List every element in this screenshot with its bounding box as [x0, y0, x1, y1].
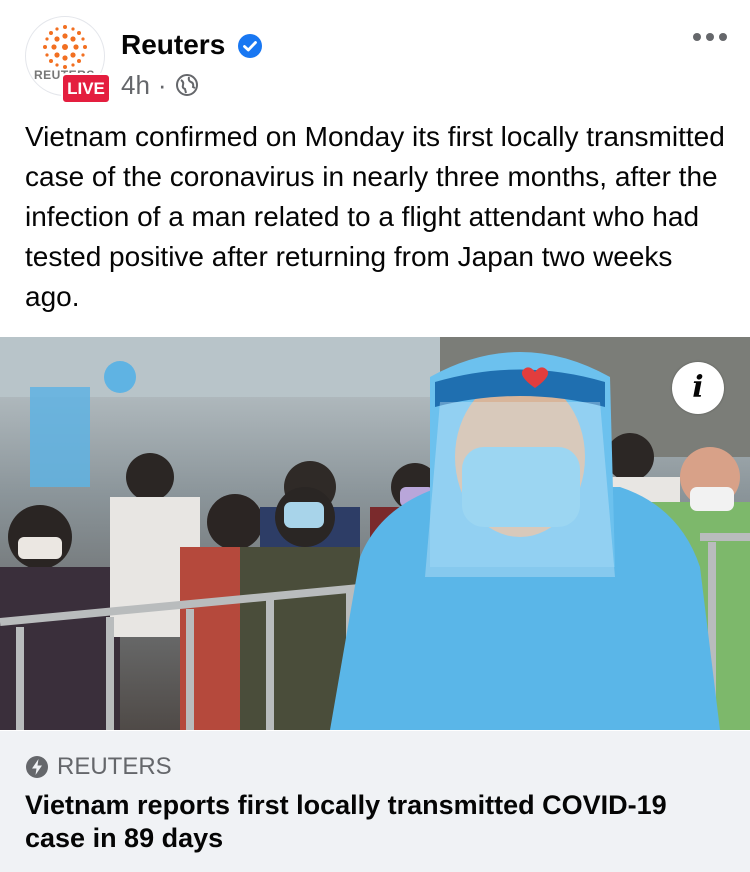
bolt-icon — [26, 756, 48, 778]
more-dots-icon — [693, 33, 701, 41]
page-name[interactable]: Reuters — [121, 28, 225, 62]
post-body-text: Vietnam confirmed on Monday its first lo… — [25, 121, 725, 312]
info-icon[interactable]: i — [672, 362, 724, 414]
link-preview[interactable]: REUTERS Vietnam reports first locally tr… — [0, 731, 750, 872]
globe-icon — [175, 74, 198, 96]
post-photo[interactable] — [0, 337, 750, 730]
link-source: REUTERS — [25, 753, 172, 781]
meta-separator: · — [157, 70, 167, 100]
post-timestamp[interactable]: 4h — [121, 69, 150, 101]
live-badge: LIVE — [61, 73, 111, 104]
photo-illustration — [0, 337, 750, 730]
post-meta: 4h · — [121, 69, 199, 101]
link-source-name: REUTERS — [57, 753, 172, 780]
more-options-button[interactable] — [687, 24, 733, 50]
link-title[interactable]: Vietnam reports first locally transmitte… — [25, 789, 725, 855]
verified-check-icon — [238, 34, 262, 58]
post-header: REUTERS LIVE Reuters 4h · — [0, 0, 750, 110]
